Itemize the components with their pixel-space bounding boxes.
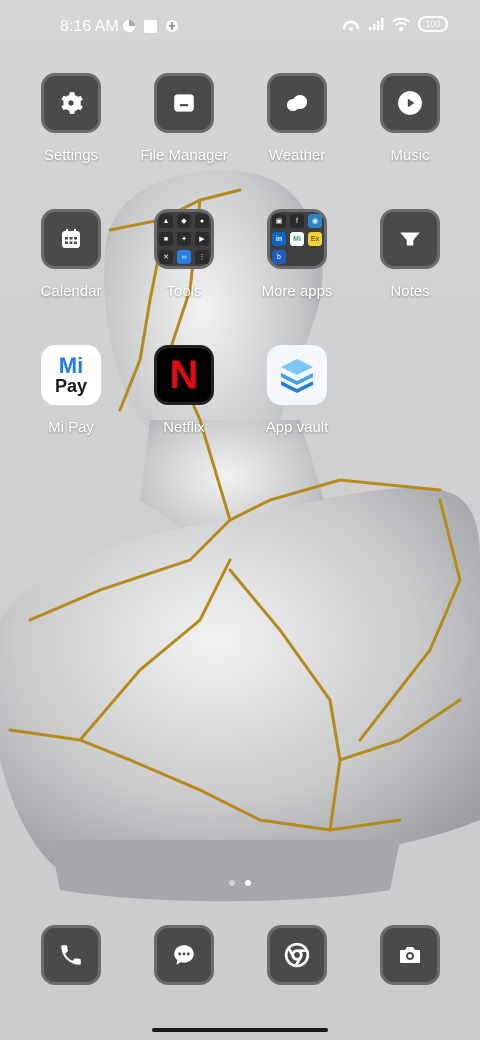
app-label: File Manager	[140, 147, 228, 164]
mini-app-icon: ▲	[159, 214, 173, 228]
mini-app-icon: ⋮	[195, 250, 209, 264]
app-calendar[interactable]: Calendar	[16, 209, 126, 300]
dock-camera[interactable]	[355, 925, 465, 985]
mini-app-icon: ✦	[177, 232, 191, 246]
messages-tile[interactable]	[154, 925, 214, 985]
mi-pay-icon[interactable]: Mi Pay	[41, 345, 101, 405]
status-bar: 8:16 AM 100	[0, 0, 480, 56]
mini-app-icon: ◉	[308, 214, 322, 228]
mini-app-icon: ●	[195, 214, 209, 228]
notes-icon	[400, 232, 420, 246]
app-netflix[interactable]: N Netflix	[129, 345, 239, 436]
wifi-icon	[392, 17, 410, 31]
app-label: Mi Pay	[48, 419, 94, 436]
calendar-icon	[62, 229, 80, 248]
status-time: 8:16 AM	[60, 18, 119, 35]
gesture-navigation-bar[interactable]	[152, 1028, 328, 1032]
notification-icon	[166, 20, 178, 32]
app-label: App vault	[265, 419, 329, 436]
tools-folder-tile[interactable]: ▲ ◆ ● ■ ✦ ▶ ✕ ∞ ⋮	[154, 209, 214, 269]
page-dot[interactable]	[229, 880, 235, 886]
square-icon	[144, 20, 157, 33]
app-label: Settings	[43, 147, 99, 164]
settings-tile[interactable]	[41, 73, 101, 133]
music-tile[interactable]	[380, 73, 440, 133]
netflix-logo-letter: N	[169, 352, 199, 397]
app-app-vault[interactable]: App vault	[242, 345, 352, 436]
app-label: Music	[390, 147, 430, 164]
notes-tile[interactable]	[380, 209, 440, 269]
notification-icon	[123, 20, 135, 32]
app-label: More apps	[261, 283, 333, 300]
dock-messages[interactable]	[129, 925, 239, 985]
app-settings[interactable]: Settings	[16, 73, 126, 164]
battery-indicator: 100	[418, 16, 448, 32]
folder-icon	[174, 94, 194, 112]
signal-icon	[369, 18, 384, 30]
more-apps-folder-tile[interactable]: ▣ f ◉ in Mi Ex b	[267, 209, 327, 269]
empty-slot	[308, 250, 322, 264]
weather-tile[interactable]	[267, 73, 327, 133]
app-music[interactable]: Music	[355, 73, 465, 164]
app-label: Tools	[166, 283, 202, 300]
linkedin-icon: in	[272, 232, 286, 246]
chrome-icon	[284, 942, 310, 968]
app-mi-pay[interactable]: Mi Pay Mi Pay	[16, 345, 126, 436]
layers-icon	[281, 359, 313, 393]
hotspot-icon	[342, 20, 360, 31]
app-label: Notes	[390, 283, 430, 300]
mini-app-icon: ✕	[159, 250, 173, 264]
netflix-icon[interactable]: N	[154, 345, 214, 405]
app-file-manager[interactable]: File Manager	[129, 73, 239, 164]
mini-app-icon: f	[290, 214, 304, 228]
mini-app-icon: ■	[159, 232, 173, 246]
calendar-tile[interactable]	[41, 209, 101, 269]
app-notes[interactable]: Notes	[355, 209, 465, 300]
app-weather[interactable]: Weather	[242, 73, 352, 164]
gear-icon	[61, 92, 83, 114]
phone-icon	[61, 945, 81, 965]
page-dot-active[interactable]	[245, 880, 251, 886]
file-manager-tile[interactable]	[154, 73, 214, 133]
app-label: Netflix	[163, 419, 205, 436]
mini-app-icon: Ex	[308, 232, 322, 246]
page-indicator[interactable]	[0, 880, 480, 886]
play-icon	[398, 91, 422, 115]
app-vault-icon[interactable]	[267, 345, 327, 405]
empty-slot	[290, 250, 304, 264]
mi-pay-pay-text: Pay	[54, 376, 88, 396]
messages-icon	[174, 945, 194, 965]
dock-phone[interactable]	[16, 925, 126, 985]
camera-tile[interactable]	[380, 925, 440, 985]
camera-icon	[400, 947, 420, 963]
cloud-icon	[287, 95, 307, 111]
chrome-tile[interactable]	[267, 925, 327, 985]
phone-tile[interactable]	[41, 925, 101, 985]
app-label: Weather	[268, 147, 326, 164]
mini-app-icon: ▣	[272, 214, 286, 228]
folder-tools[interactable]: ▲ ◆ ● ■ ✦ ▶ ✕ ∞ ⋮ Tools	[129, 209, 239, 300]
mini-app-icon: b	[272, 250, 286, 264]
app-label: Calendar	[40, 283, 102, 300]
folder-more-apps[interactable]: ▣ f ◉ in Mi Ex b More apps	[242, 209, 352, 300]
dock-chrome[interactable]	[242, 925, 352, 985]
mi-icon: Mi	[290, 232, 304, 246]
mini-app-icon: ▶	[195, 232, 209, 246]
mini-app-icon: ∞	[177, 250, 191, 264]
mi-pay-mi-text: Mi	[58, 353, 84, 378]
mini-app-icon: ◆	[177, 214, 191, 228]
